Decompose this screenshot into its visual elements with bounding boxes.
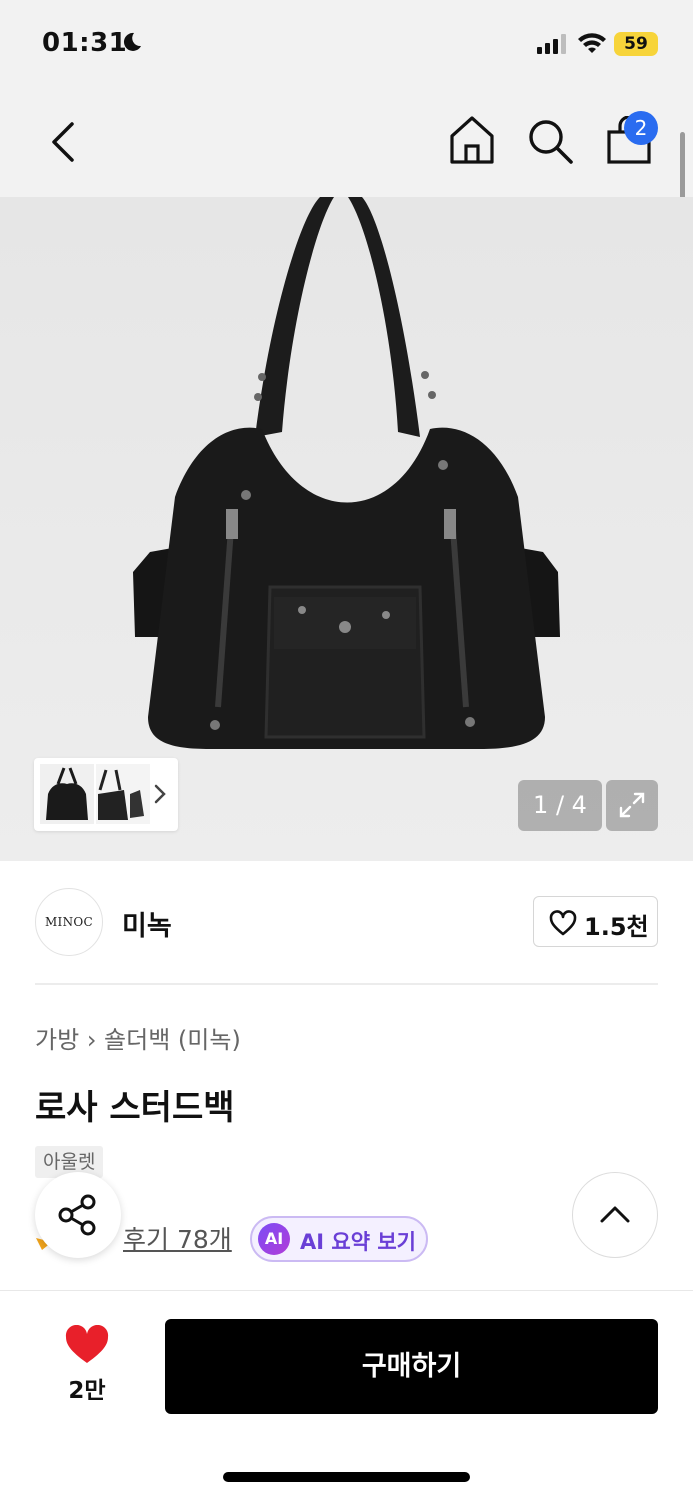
ai-badge-icon: AI	[258, 1223, 290, 1255]
breadcrumb-category[interactable]: 가방	[35, 1026, 79, 1054]
thumbnail-images[interactable]	[40, 764, 150, 824]
expand-icon	[619, 792, 645, 818]
ai-summary-button[interactable]: AI AI 요약 보기	[250, 1216, 428, 1262]
breadcrumb: 가방 › 숄더백 (미녹)	[35, 1020, 241, 1055]
signal-icon	[537, 34, 566, 54]
heart-filled-icon	[65, 1325, 109, 1363]
chevron-right-icon: ›	[86, 1026, 105, 1054]
status-time: 01:31	[42, 28, 128, 58]
ai-summary-label: AI 요약 보기	[300, 1230, 416, 1254]
product-image	[133, 197, 560, 749]
thumbnail-strip[interactable]	[34, 758, 178, 831]
product-gallery[interactable]: 1 / 4	[0, 197, 693, 861]
brand-logo[interactable]: MINOC	[35, 888, 103, 956]
bottom-action-bar: 2만 구매하기	[0, 1290, 693, 1500]
home-icon[interactable]	[447, 114, 497, 166]
share-button[interactable]	[35, 1172, 121, 1258]
review-count-link[interactable]: 후기 78개	[123, 1220, 232, 1256]
brand-like-count: 1.5천	[584, 913, 649, 941]
home-indicator	[223, 1472, 470, 1482]
brand-row[interactable]: MINOC 미녹 1.5천	[0, 861, 693, 985]
buy-button[interactable]: 구매하기	[165, 1319, 658, 1414]
heart-outline-icon	[549, 910, 577, 936]
scroll-to-top-button[interactable]	[572, 1172, 658, 1258]
product-title: 로사 스터드백	[35, 1088, 235, 1128]
chevron-right-icon[interactable]	[152, 782, 168, 806]
image-pager: 1 / 4	[518, 780, 602, 831]
battery-indicator: 59	[614, 32, 658, 56]
search-icon[interactable]	[525, 116, 575, 166]
wishlist-count: 2만	[68, 1378, 106, 1404]
wishlist-button[interactable]: 2만	[56, 1321, 118, 1404]
divider	[35, 983, 658, 985]
back-icon[interactable]	[44, 120, 80, 164]
share-icon	[58, 1194, 96, 1236]
top-nav	[0, 90, 693, 197]
breadcrumb-subcategory[interactable]: 숄더백 (미녹)	[104, 1026, 241, 1054]
wifi-icon	[578, 33, 606, 53]
cart-count-badge: 2	[624, 111, 658, 145]
brand-like-button[interactable]: 1.5천	[533, 896, 658, 947]
moon-icon	[123, 32, 141, 51]
status-bar: 01:31 59	[0, 0, 693, 90]
brand-name[interactable]: 미녹	[122, 904, 172, 943]
fullscreen-button[interactable]	[606, 780, 658, 831]
chevron-up-icon	[600, 1206, 630, 1223]
